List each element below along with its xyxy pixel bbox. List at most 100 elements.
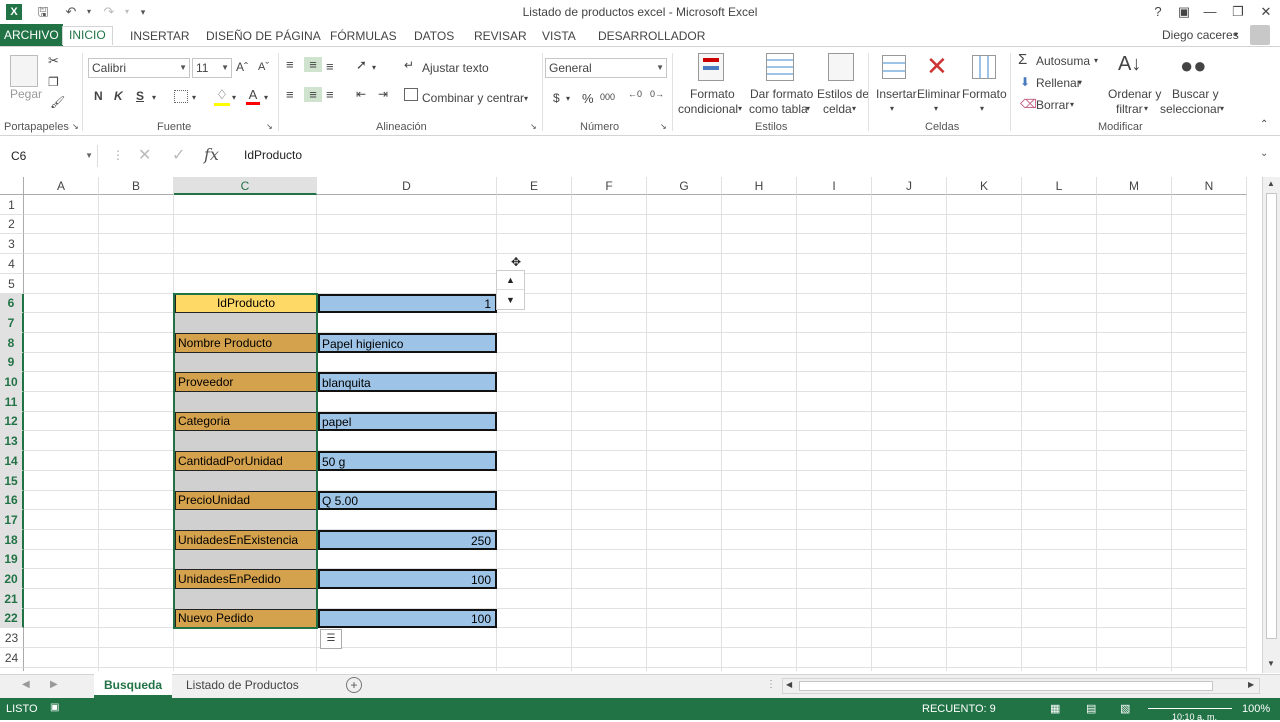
restore-icon[interactable]: ❐ (1226, 2, 1250, 22)
conditional-format-button[interactable]: Formato (690, 87, 735, 101)
orientation-icon[interactable]: ➚ (356, 57, 367, 73)
insert-dropdown-icon[interactable]: ▾ (890, 104, 894, 113)
row-header[interactable]: 13 (0, 431, 24, 451)
decrease-indent-icon[interactable]: ⇤ (356, 87, 366, 101)
delete-cells-icon[interactable]: ✕ (926, 51, 948, 82)
normal-view-icon[interactable]: ▦ (1050, 702, 1060, 715)
row-header[interactable]: 24 (0, 648, 24, 668)
form-label[interactable]: UnidadesEnExistencia (175, 530, 317, 550)
conditional-format-button-line2[interactable]: condicional (678, 102, 738, 116)
align-right-icon[interactable]: ≡ (326, 87, 334, 102)
column-header[interactable]: J (872, 177, 947, 195)
form-spacer-cell[interactable] (175, 392, 317, 412)
row-header[interactable]: 25 (0, 668, 24, 671)
thousands-button[interactable]: 000 (600, 92, 615, 102)
bold-button[interactable]: N (94, 89, 103, 103)
borders-dropdown-icon[interactable]: ▾ (192, 93, 196, 102)
sort-filter-button[interactable]: Ordenar y (1108, 87, 1161, 101)
format-painter-icon[interactable]: 🖌 (50, 95, 65, 109)
paste-button[interactable]: Pegar (10, 87, 42, 101)
scroll-up-icon[interactable]: ▲ (1267, 179, 1275, 188)
formula-input[interactable]: IdProducto (244, 148, 302, 162)
column-header[interactable]: K (947, 177, 1022, 195)
hscroll-left-icon[interactable]: ◀ (786, 680, 792, 689)
row-header[interactable]: 16 (0, 491, 24, 510)
form-spacer-cell[interactable] (175, 471, 317, 491)
row-header[interactable]: 5 (0, 274, 24, 294)
sheet-tab-busqueda[interactable]: Busqueda (94, 674, 172, 698)
form-value[interactable]: Q 5.00 (318, 491, 497, 510)
page-layout-view-icon[interactable]: ▤ (1086, 702, 1096, 715)
align-center-icon[interactable]: ≡ (304, 87, 322, 102)
close-icon[interactable]: ✕ (1254, 2, 1278, 22)
row-header[interactable]: 17 (0, 510, 24, 530)
autosum-dropdown-icon[interactable]: ▾ (1094, 56, 1098, 65)
row-header[interactable]: 20 (0, 569, 24, 589)
autosum-button[interactable]: Autosuma (1036, 54, 1090, 68)
hscroll-right-icon[interactable]: ▶ (1248, 680, 1254, 689)
format-dropdown-icon[interactable]: ▾ (980, 104, 984, 113)
confirm-entry-icon[interactable]: ✓ (172, 145, 185, 165)
format-cells-icon[interactable] (972, 55, 996, 79)
form-label-idproducto[interactable]: IdProducto (175, 294, 317, 313)
row-header[interactable]: 8 (0, 333, 24, 353)
sort-filter-dropdown-icon[interactable]: ▾ (1144, 104, 1148, 113)
form-label[interactable]: Nombre Producto (175, 333, 317, 353)
user-dropdown-icon[interactable]: ▾ (1234, 30, 1238, 39)
align-bottom-icon[interactable]: ≡ (326, 59, 334, 74)
form-label[interactable]: Categoria (175, 412, 317, 431)
row-header[interactable]: 3 (0, 234, 24, 254)
form-value[interactable]: Papel higienico (318, 333, 497, 353)
insert-cells-button[interactable]: Insertar (876, 87, 917, 101)
increase-decimal-icon[interactable]: ←0 (628, 89, 642, 99)
page-break-view-icon[interactable]: ▧ (1120, 702, 1130, 715)
sheet-tab-listado[interactable]: Listado de Productos (186, 678, 299, 692)
align-top-icon[interactable]: ≡ (286, 57, 294, 72)
row-header[interactable]: 4 (0, 254, 24, 274)
format-table-button[interactable]: Dar formato (750, 87, 813, 101)
wrap-text-button[interactable]: Ajustar texto (422, 61, 489, 75)
form-spacer-cell[interactable] (175, 353, 317, 372)
row-header[interactable]: 23 (0, 628, 24, 648)
form-label[interactable]: UnidadesEnPedido (175, 569, 317, 589)
clear-icon[interactable]: ⌫ (1020, 97, 1037, 111)
row-header[interactable]: 18 (0, 530, 24, 550)
tab-archivo[interactable]: ARCHIVO (0, 24, 63, 46)
prev-sheet-icon[interactable]: ◀ (22, 679, 30, 690)
row-header[interactable]: 2 (0, 215, 24, 234)
format-table-button-line2[interactable]: como tabla (749, 102, 808, 116)
cell-styles-icon[interactable] (828, 53, 854, 81)
column-header[interactable]: D (317, 177, 497, 195)
row-header[interactable]: 10 (0, 372, 24, 392)
column-header[interactable]: H (722, 177, 797, 195)
column-header[interactable]: C (174, 177, 317, 195)
macro-record-icon[interactable]: ▣ (50, 702, 59, 713)
row-header[interactable]: 12 (0, 412, 24, 431)
hscroll-thumb[interactable] (799, 681, 1213, 691)
font-color-dropdown-icon[interactable]: ▾ (264, 93, 268, 102)
spin-down-icon[interactable]: ▼ (497, 291, 524, 310)
status-zoom[interactable]: 100% (1242, 703, 1270, 715)
column-header[interactable]: A (24, 177, 99, 195)
increase-indent-icon[interactable]: ⇥ (378, 87, 388, 101)
zoom-slider[interactable] (1148, 708, 1232, 709)
column-header[interactable]: F (572, 177, 647, 195)
borders-icon[interactable] (174, 90, 188, 103)
alignment-launcher-icon[interactable]: ↘ (530, 122, 537, 131)
find-select-dropdown-icon[interactable]: ▾ (1220, 104, 1224, 113)
vertical-scrollbar[interactable]: ▲ ▼ (1262, 177, 1280, 673)
help-button[interactable]: ? (1146, 2, 1170, 22)
name-box[interactable]: C6 ▼ (6, 145, 98, 167)
tab-desarrollador[interactable]: DESARROLLADOR (592, 28, 711, 47)
cell-styles-dropdown-icon[interactable]: ▾ (852, 104, 856, 113)
form-spacer-cell[interactable] (175, 431, 317, 451)
form-spacer-cell[interactable] (175, 313, 317, 333)
ribbon-display-options-icon[interactable]: ▣ (1172, 2, 1196, 22)
fill-color-dropdown-icon[interactable]: ▾ (232, 93, 236, 102)
tab-insertar[interactable]: INSERTAR (124, 28, 196, 47)
form-value[interactable]: 100 (318, 609, 497, 628)
grow-font-icon[interactable]: Aˆ (236, 60, 248, 74)
shrink-font-icon[interactable]: Aˇ (258, 61, 269, 73)
form-label[interactable]: Proveedor (175, 372, 317, 392)
avatar[interactable] (1250, 25, 1270, 45)
